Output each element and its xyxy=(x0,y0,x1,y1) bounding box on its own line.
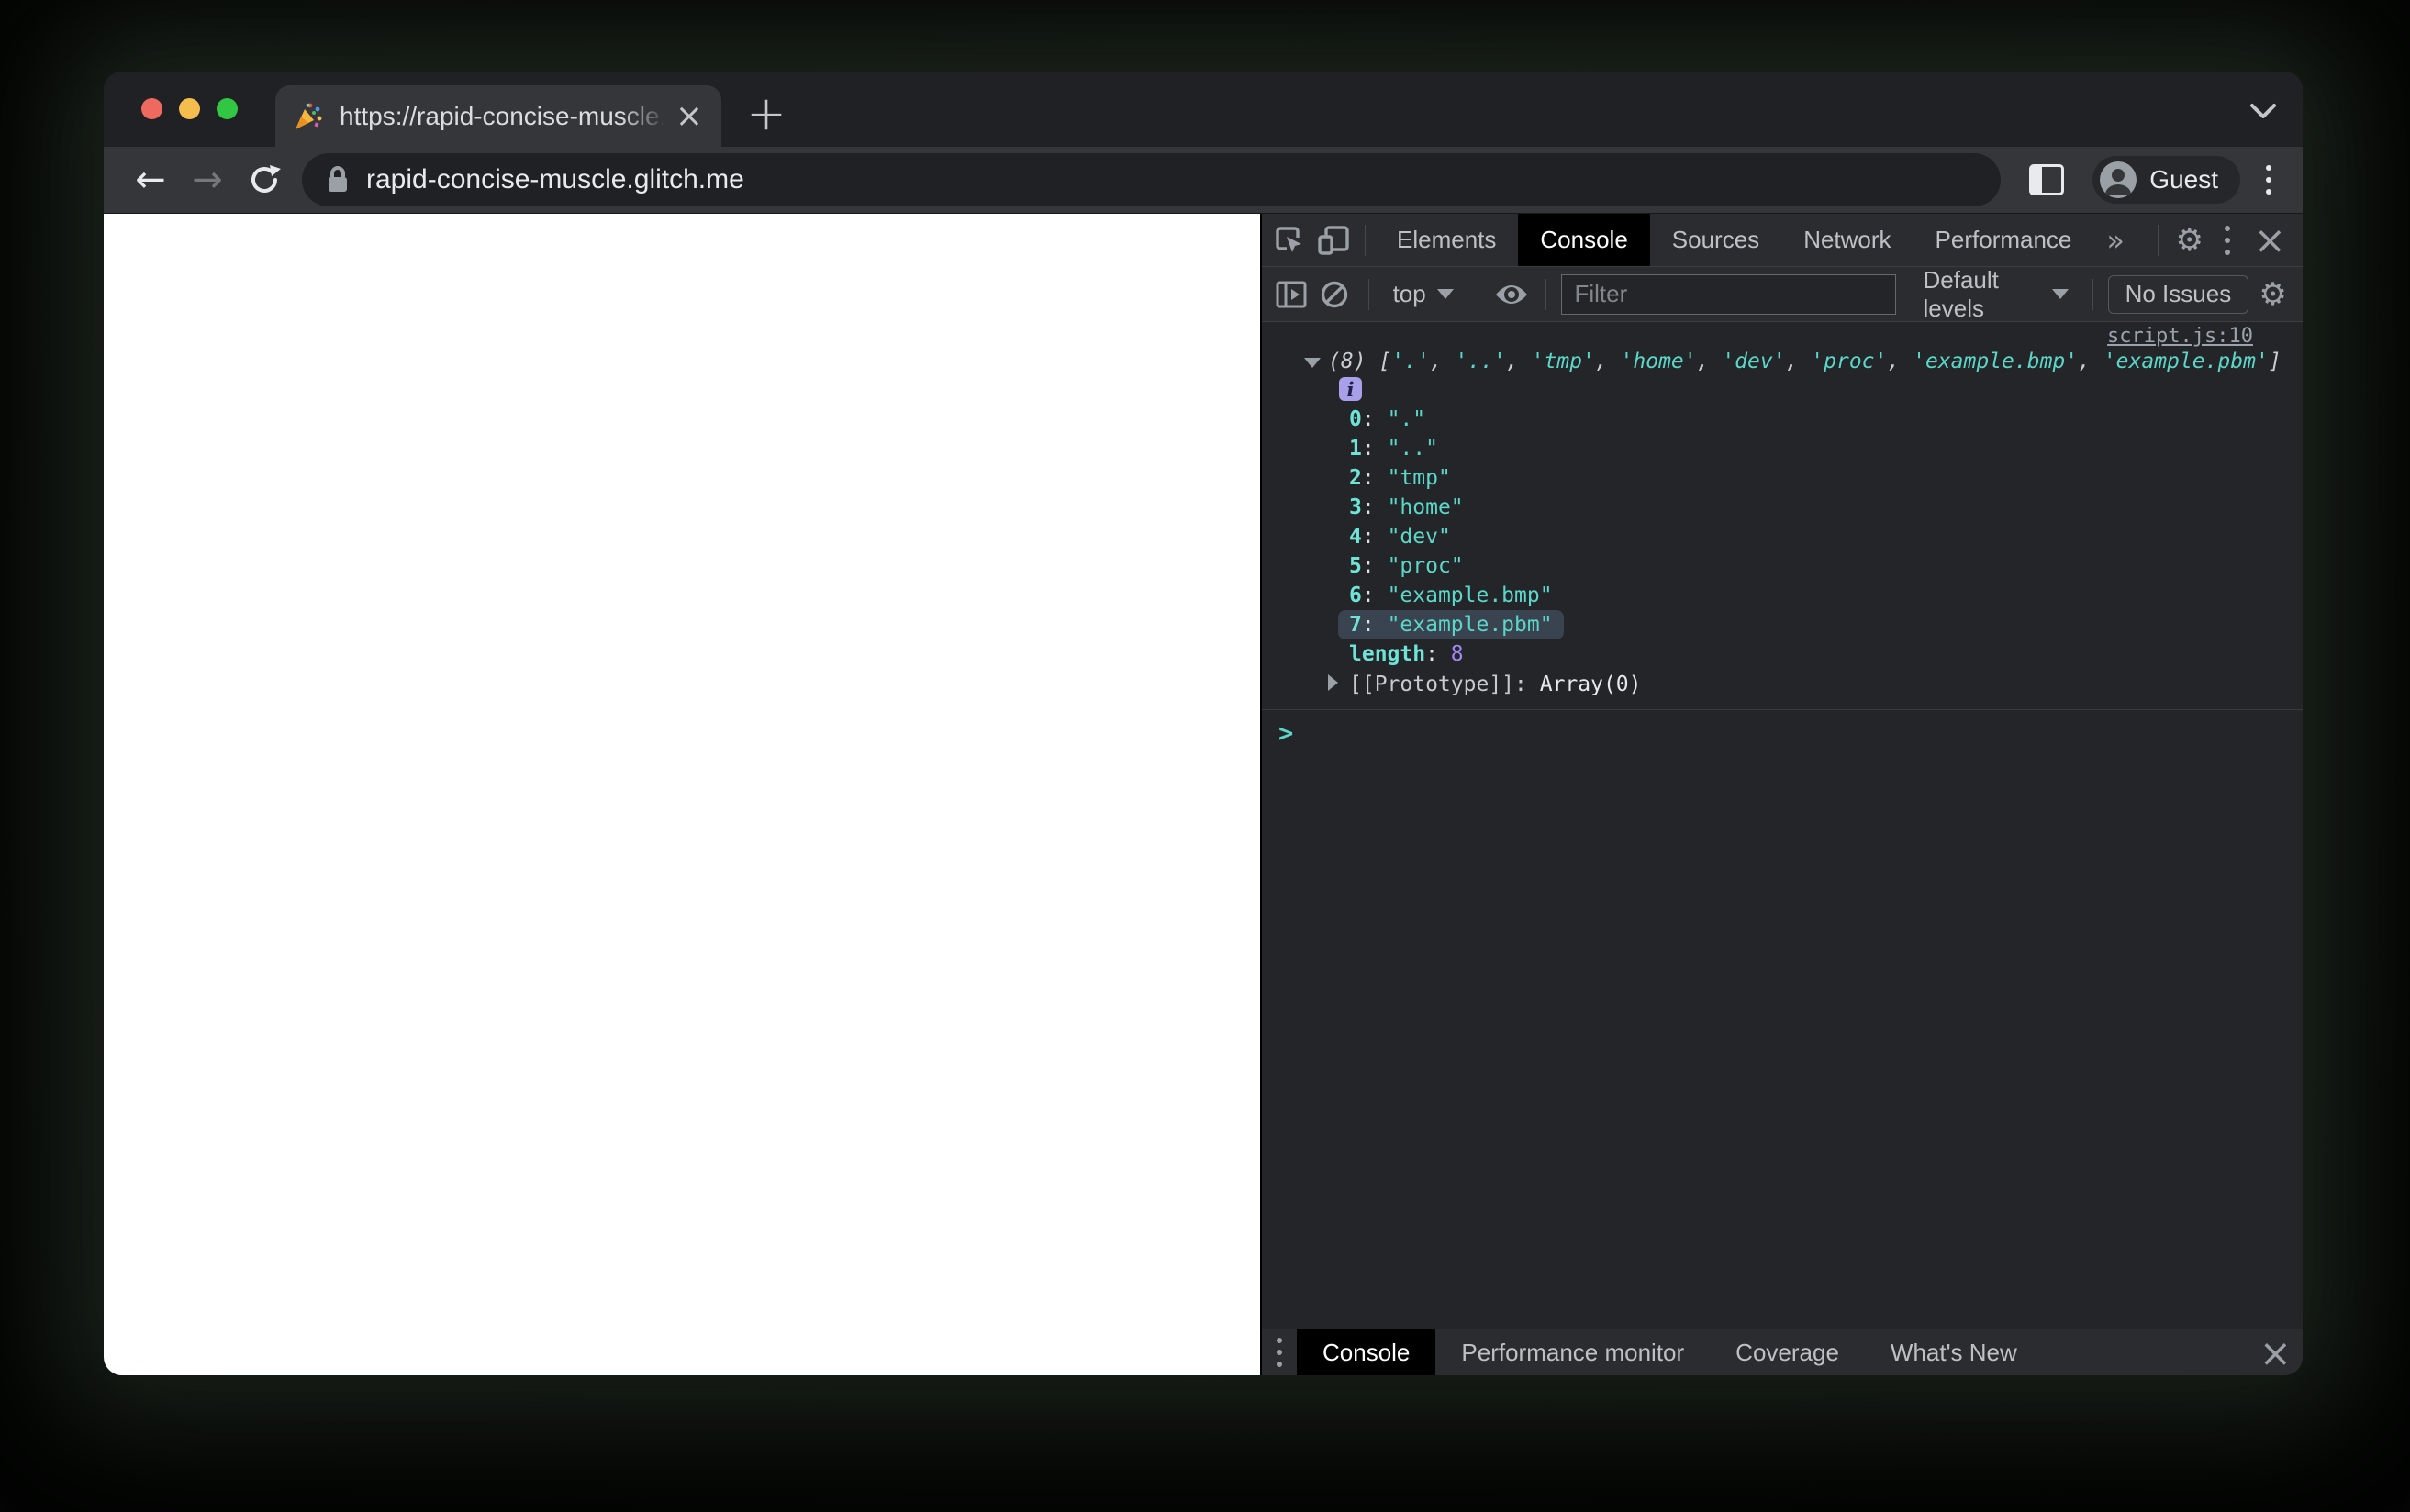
array-item-row[interactable]: 7: "example.pbm" xyxy=(1262,610,2303,639)
devtools-tabs: Elements Console Sources Network Performance xyxy=(1375,214,2093,266)
devtools-panel: Elements Console Sources Network Performance… xyxy=(1260,214,2303,1375)
console-sidebar-toggle-icon[interactable] xyxy=(1273,272,1311,317)
url-text: rapid-concise-muscle.glitch.me xyxy=(366,164,744,195)
log-levels-dropdown[interactable]: Default levels xyxy=(1914,266,2078,323)
array-item-row[interactable]: 0: "." xyxy=(1262,405,2303,434)
prototype-row[interactable]: [[Prototype]]: Array(0) xyxy=(1262,669,2303,700)
live-expression-eye-icon[interactable] xyxy=(1493,272,1531,317)
browser-tab[interactable]: https://rapid-concise-muscle.g × xyxy=(275,85,721,147)
drawer-tabs: Console Performance monitor Coverage What's… xyxy=(1297,1329,2043,1375)
more-tabs-button[interactable]: » xyxy=(2093,223,2137,258)
array-item-row[interactable]: 6: "example.bmp" xyxy=(1262,581,2303,610)
tab-search-chevron-icon[interactable] xyxy=(2248,101,2279,121)
maximize-window-button[interactable] xyxy=(217,98,238,119)
array-item-row[interactable]: 1: ".." xyxy=(1262,434,2303,463)
console-messages: script.js:10 (8) ['.', '..', 'tmp', 'hom… xyxy=(1262,322,2303,1329)
devtools-tab-network[interactable]: Network xyxy=(1781,214,1913,266)
profile-button[interactable]: Guest xyxy=(2092,156,2240,204)
page-viewport xyxy=(104,214,1260,1375)
devtools-close-icon[interactable]: × xyxy=(2243,217,2297,262)
lock-icon xyxy=(329,166,347,192)
drawer-tab-console[interactable]: Console xyxy=(1297,1329,1436,1375)
device-toolbar-icon[interactable] xyxy=(1311,218,1356,262)
issues-counter-button[interactable]: No Issues xyxy=(2107,274,2249,314)
window-controls xyxy=(141,98,238,119)
devtools-tab-performance[interactable]: Performance xyxy=(1913,214,2094,266)
console-toolbar: top Default levels No Issues ⚙ xyxy=(1262,266,2303,323)
array-items: 0: "." 1: ".." 2: "tmp" 3: "home" 4: "dev" 5:… xyxy=(1262,405,2303,639)
window-content: Elements Console Sources Network Performance… xyxy=(104,213,2303,1375)
context-selector[interactable]: top xyxy=(1384,280,1463,308)
console-prompt[interactable]: > xyxy=(1262,710,2303,748)
navigation-toolbar: ← → rapid-concise-muscle.glitch.me Guest xyxy=(104,147,2303,213)
devtools-menu-button[interactable] xyxy=(2212,225,2243,255)
array-item-row[interactable]: 5: "proc" xyxy=(1262,551,2303,581)
drawer-close-icon[interactable]: × xyxy=(2248,1330,2303,1375)
info-badge-icon[interactable]: i xyxy=(1339,377,1362,401)
devtools-drawer: Console Performance monitor Coverage What's… xyxy=(1262,1329,2303,1375)
console-settings-icon[interactable]: ⚙ xyxy=(2254,272,2292,317)
array-item-row[interactable]: 2: "tmp" xyxy=(1262,463,2303,493)
console-array-summary[interactable]: (8) ['.', '..', 'tmp', 'home', 'dev', 'p… xyxy=(1262,348,2303,375)
party-popper-favicon xyxy=(296,103,322,129)
devtools-tab-sources[interactable]: Sources xyxy=(1650,214,1781,266)
devtools-tab-elements[interactable]: Elements xyxy=(1375,214,1518,266)
forward-button[interactable]: → xyxy=(179,151,236,208)
side-panel-icon xyxy=(2029,164,2065,195)
array-item-row[interactable]: 3: "home" xyxy=(1262,493,2303,522)
minimize-window-button[interactable] xyxy=(179,98,200,119)
drawer-tab-performance-monitor[interactable]: Performance monitor xyxy=(1435,1329,1710,1375)
chevron-down-icon xyxy=(2051,289,2069,299)
tab-close-icon[interactable]: × xyxy=(672,99,707,133)
drawer-tab-what-s-new[interactable]: What's New xyxy=(1865,1329,2043,1375)
collapse-triangle-icon[interactable] xyxy=(1304,358,1321,368)
array-length-row: length: 8 xyxy=(1349,642,1464,666)
source-link[interactable]: script.js:10 xyxy=(2107,325,2253,348)
close-window-button[interactable] xyxy=(141,98,162,119)
back-button[interactable]: ← xyxy=(122,151,179,208)
clear-console-icon[interactable] xyxy=(1316,272,1354,317)
profile-name: Guest xyxy=(2149,165,2218,194)
devtools-settings-icon[interactable]: ⚙ xyxy=(2168,218,2212,262)
browser-menu-button[interactable] xyxy=(2253,165,2284,195)
filter-input[interactable] xyxy=(1560,273,1896,315)
tab-title: https://rapid-concise-muscle.g xyxy=(340,101,663,131)
array-item-row[interactable]: 4: "dev" xyxy=(1262,522,2303,551)
expand-triangle-icon[interactable] xyxy=(1328,674,1338,691)
tab-strip: https://rapid-concise-muscle.g × + xyxy=(104,72,2303,147)
address-bar[interactable]: rapid-concise-muscle.glitch.me xyxy=(302,153,2002,206)
devtools-tabbar: Elements Console Sources Network Performance… xyxy=(1262,214,2303,267)
inspect-element-icon[interactable] xyxy=(1267,218,1311,262)
chevron-down-icon xyxy=(1436,289,1454,299)
drawer-tab-coverage[interactable]: Coverage xyxy=(1710,1329,1865,1375)
avatar-icon xyxy=(2100,161,2137,198)
reload-button[interactable] xyxy=(236,151,293,208)
screenshot-canvas: { "colors":{"string_teal":"#5bd6c8","ind… xyxy=(0,0,2410,1512)
devtools-tab-console[interactable]: Console xyxy=(1518,214,1650,266)
drawer-menu-button[interactable] xyxy=(1262,1338,1297,1367)
side-panel-button[interactable] xyxy=(2021,154,2072,206)
new-tab-button[interactable]: + xyxy=(737,84,796,143)
browser-window: https://rapid-concise-muscle.g × + ← → r… xyxy=(104,72,2303,1375)
